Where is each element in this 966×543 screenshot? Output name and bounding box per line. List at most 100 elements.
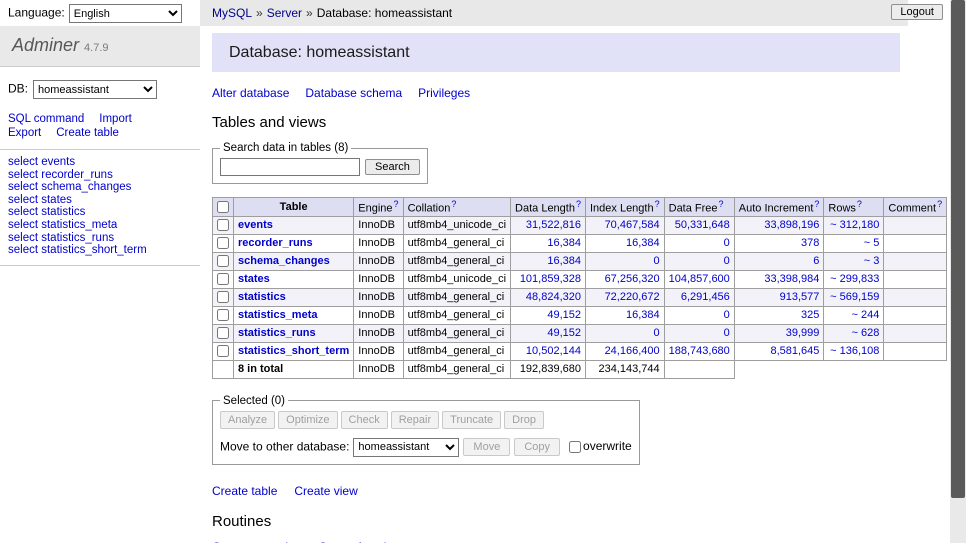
- data-free-cell: 0: [664, 234, 734, 252]
- search-input[interactable]: [220, 158, 360, 176]
- collation-cell: utf8mb4_unicode_ci: [403, 216, 510, 234]
- rows-cell: ~ 3: [824, 252, 884, 270]
- collation-cell: utf8mb4_general_ci: [403, 234, 510, 252]
- create-procedure-link[interactable]: Create procedure: [212, 540, 305, 543]
- sidebar-table-link[interactable]: select events: [8, 156, 192, 169]
- row-checkbox[interactable]: [217, 219, 229, 231]
- overwrite-checkbox[interactable]: [569, 441, 581, 453]
- table-row: statistics_short_termInnoDButf8mb4_gener…: [213, 342, 947, 360]
- table-name-link[interactable]: recorder_runs: [238, 237, 313, 249]
- create-view-link[interactable]: Create view: [294, 484, 357, 498]
- breadcrumb-link-server[interactable]: Server: [267, 6, 302, 20]
- alter-database-link[interactable]: Alter database: [212, 86, 289, 100]
- sidebar-table-link[interactable]: select states: [8, 194, 192, 207]
- row-checkbox[interactable]: [217, 309, 229, 321]
- sidebar-link-create-table[interactable]: Create table: [56, 127, 119, 139]
- language-select[interactable]: English: [69, 4, 182, 23]
- adminer-logo[interactable]: Adminer: [12, 35, 79, 55]
- check-button[interactable]: Check: [341, 411, 388, 429]
- help-link[interactable]: ?: [814, 199, 819, 209]
- help-link[interactable]: ?: [576, 199, 581, 209]
- sidebar-link-export[interactable]: Export: [8, 127, 41, 139]
- help-link[interactable]: ?: [394, 199, 399, 209]
- rows-count-link[interactable]: ~ 244: [852, 309, 880, 321]
- table-name-link[interactable]: statistics_short_term: [238, 345, 349, 357]
- tables-tbody: eventsInnoDButf8mb4_unicode_ci31,522,816…: [213, 216, 947, 378]
- index-length-cell: 67,256,320: [585, 270, 664, 288]
- column-header: Data Free?: [664, 198, 734, 217]
- data-length-cell: 16,384: [511, 234, 586, 252]
- sidebar-table-link[interactable]: select statistics_meta: [8, 219, 192, 232]
- create-table-link[interactable]: Create table: [212, 484, 277, 498]
- routines-heading: Routines: [212, 513, 950, 530]
- rows-count-link[interactable]: ~ 3: [864, 255, 880, 267]
- rows-count-link[interactable]: ~ 299,833: [830, 273, 879, 285]
- breadcrumb-link-mysql[interactable]: MySQL: [212, 6, 252, 20]
- comment-cell: [884, 234, 947, 252]
- total-engine-cell: InnoDB: [354, 360, 403, 378]
- rows-count-link[interactable]: ~ 628: [852, 327, 880, 339]
- db-select[interactable]: homeassistant: [33, 80, 157, 99]
- scrollbar-thumb[interactable]: [951, 0, 965, 498]
- sidebar-link-sql-command[interactable]: SQL command: [8, 113, 84, 125]
- drop-button[interactable]: Drop: [504, 411, 544, 429]
- help-link[interactable]: ?: [451, 199, 456, 209]
- help-link[interactable]: ?: [937, 199, 942, 209]
- analyze-button[interactable]: Analyze: [220, 411, 275, 429]
- comment-cell: [884, 324, 947, 342]
- table-name-link[interactable]: statistics_meta: [238, 309, 318, 321]
- sidebar-table-link[interactable]: select statistics_short_term: [8, 244, 192, 257]
- sidebar-table-link[interactable]: select statistics_runs: [8, 232, 192, 245]
- rows-count-link[interactable]: ~ 136,108: [830, 345, 879, 357]
- rows-cell: ~ 136,108: [824, 342, 884, 360]
- index-length-cell: 16,384: [585, 306, 664, 324]
- table-name-link[interactable]: events: [238, 219, 273, 231]
- repair-button[interactable]: Repair: [391, 411, 439, 429]
- rows-count-link[interactable]: ~ 5: [864, 237, 880, 249]
- table-name-link[interactable]: states: [238, 273, 270, 285]
- table-name-link[interactable]: statistics: [238, 291, 286, 303]
- row-checkbox[interactable]: [217, 237, 229, 249]
- column-header: Engine?: [354, 198, 403, 217]
- search-button[interactable]: Search: [365, 159, 420, 175]
- rows-cell: ~ 312,180: [824, 216, 884, 234]
- table-name-cell: statistics: [234, 288, 354, 306]
- move-button[interactable]: Move: [463, 438, 510, 456]
- sidebar-table-link[interactable]: select statistics: [8, 206, 192, 219]
- table-name-link[interactable]: statistics_runs: [238, 327, 316, 339]
- row-checkbox[interactable]: [217, 273, 229, 285]
- table-row: recorder_runs InnoDButf8mb4_general_ci16,…: [213, 234, 947, 252]
- select-all-checkbox[interactable]: [217, 201, 229, 213]
- table-name-link[interactable]: schema_changes: [238, 255, 330, 267]
- truncate-button[interactable]: Truncate: [442, 411, 501, 429]
- row-checkbox[interactable]: [217, 327, 229, 339]
- total-collation-cell: utf8mb4_general_ci: [403, 360, 510, 378]
- copy-button[interactable]: Copy: [514, 438, 560, 456]
- create-function-link[interactable]: Create function: [318, 540, 399, 543]
- help-link[interactable]: ?: [857, 199, 862, 209]
- rows-cell: ~ 569,159: [824, 288, 884, 306]
- row-checkbox[interactable]: [217, 255, 229, 267]
- optimize-button[interactable]: Optimize: [278, 411, 337, 429]
- help-link[interactable]: ?: [719, 199, 724, 209]
- main-content: Database: homeassistant Alter databaseDa…: [200, 26, 950, 543]
- engine-cell: InnoDB: [354, 234, 403, 252]
- rows-count-link[interactable]: ~ 312,180: [830, 219, 879, 231]
- sidebar-table-link[interactable]: select schema_changes: [8, 181, 192, 194]
- total-label-cell: 8 in total: [234, 360, 354, 378]
- engine-cell: InnoDB: [354, 270, 403, 288]
- database-schema-link[interactable]: Database schema: [305, 86, 402, 100]
- privileges-link[interactable]: Privileges: [418, 86, 470, 100]
- rows-count-link[interactable]: ~ 569,159: [830, 291, 879, 303]
- row-checkbox[interactable]: [217, 291, 229, 303]
- collation-cell: utf8mb4_general_ci: [403, 306, 510, 324]
- logout-button[interactable]: Logout: [891, 4, 943, 20]
- row-checkbox[interactable]: [217, 345, 229, 357]
- data-free-cell: 188,743,680: [664, 342, 734, 360]
- help-link[interactable]: ?: [655, 199, 660, 209]
- sidebar-table-link[interactable]: select recorder_runs: [8, 169, 192, 182]
- move-db-select[interactable]: homeassistant: [353, 438, 459, 457]
- collation-cell: utf8mb4_unicode_ci: [403, 270, 510, 288]
- scrollbar[interactable]: [950, 0, 966, 543]
- sidebar-link-import[interactable]: Import: [99, 113, 132, 125]
